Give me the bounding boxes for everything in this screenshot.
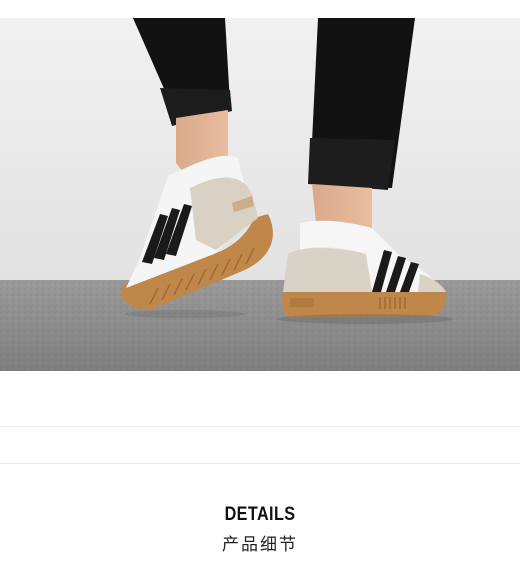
details-header: DETAILS 产品细节 [0,463,520,576]
sneaker-photo-illustration [0,18,520,371]
section-spacer [0,371,520,427]
right-suede-heel [283,248,372,292]
details-subtitle: 产品细节 [222,535,298,555]
top-spacer [0,0,520,18]
product-photo [0,18,520,371]
details-title: DETAILS [224,504,296,525]
